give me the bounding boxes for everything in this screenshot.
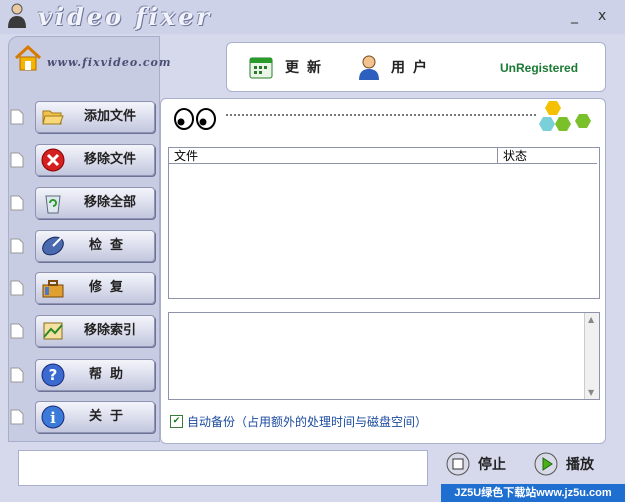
auto-backup-checkbox[interactable]: ✔ bbox=[170, 415, 183, 428]
recycle-bin-icon bbox=[45, 195, 61, 214]
registration-status: UnRegistered bbox=[500, 61, 579, 75]
user-icon bbox=[359, 55, 379, 80]
remove-index-label: 移除索引 bbox=[83, 323, 136, 338]
scroll-up-arrow-icon[interactable]: ▲ bbox=[588, 315, 594, 324]
svg-text:?: ? bbox=[49, 366, 58, 384]
dotted-separator bbox=[226, 114, 536, 116]
column-header-status[interactable]: 状态 bbox=[498, 148, 597, 164]
help-icon: ? bbox=[41, 363, 65, 387]
info-icon: i bbox=[41, 405, 65, 429]
eyes-icon bbox=[174, 108, 216, 130]
about-button[interactable]: i 关于 bbox=[35, 401, 155, 433]
remove-all-button[interactable]: 移除全部 bbox=[35, 187, 155, 219]
column-header-file[interactable]: 文件 bbox=[169, 148, 498, 164]
user-label: 用户 bbox=[391, 60, 435, 76]
repair-button[interactable]: 修复 bbox=[35, 272, 155, 304]
stop-label: 停止 bbox=[478, 457, 506, 473]
home-icon[interactable] bbox=[14, 44, 42, 72]
satellite-dish-icon bbox=[42, 236, 64, 256]
document-icon bbox=[10, 280, 24, 296]
auto-backup-option[interactable]: ✔ 自动备份（占用额外的处理时间与磁盘空间） bbox=[170, 413, 427, 430]
add-file-label: 添加文件 bbox=[83, 109, 136, 124]
toolbox-icon bbox=[42, 280, 64, 298]
play-button[interactable]: 播放 bbox=[534, 452, 594, 476]
close-button[interactable]: x bbox=[598, 8, 606, 24]
remove-file-button[interactable]: 移除文件 bbox=[35, 144, 155, 176]
hexagon-decoration-icon bbox=[539, 101, 591, 131]
document-icon bbox=[10, 367, 24, 383]
log-scrollbar[interactable]: ▲ ▼ bbox=[584, 313, 599, 399]
document-icon bbox=[10, 195, 24, 211]
watermark-text: JZ5U绿色下载站www.jz5u.com bbox=[441, 484, 625, 502]
check-label: 检查 bbox=[88, 238, 131, 253]
remove-index-button[interactable]: 移除索引 bbox=[35, 315, 155, 347]
update-label: 更新 bbox=[285, 60, 329, 76]
stop-button[interactable]: 停止 bbox=[446, 452, 506, 476]
file-list-table[interactable]: 文件 状态 bbox=[168, 147, 600, 299]
play-label: 播放 bbox=[566, 457, 594, 473]
check-button[interactable]: 检查 bbox=[35, 230, 155, 262]
log-textarea[interactable]: ▲ ▼ bbox=[168, 312, 600, 400]
about-label: 关于 bbox=[88, 409, 131, 424]
calendar-update-icon bbox=[249, 57, 273, 79]
title-bar[interactable]: video fixer _ x bbox=[0, 0, 625, 34]
user-button[interactable]: 用户 bbox=[357, 53, 435, 81]
progress-field bbox=[18, 450, 428, 486]
add-file-button[interactable]: 添加文件 bbox=[35, 101, 155, 133]
update-button[interactable]: 更新 bbox=[247, 53, 329, 81]
auto-backup-label: 自动备份（占用额外的处理时间与磁盘空间） bbox=[187, 415, 428, 429]
index-icon bbox=[43, 322, 63, 340]
svg-text:i: i bbox=[50, 409, 56, 427]
help-button[interactable]: ? 帮助 bbox=[35, 359, 155, 391]
red-x-icon bbox=[41, 148, 65, 172]
remove-all-label: 移除全部 bbox=[83, 195, 136, 210]
document-icon bbox=[10, 109, 24, 125]
document-icon bbox=[10, 152, 24, 168]
stop-icon bbox=[446, 452, 470, 476]
repair-label: 修复 bbox=[88, 280, 131, 295]
app-title: video fixer bbox=[38, 2, 213, 31]
scroll-down-arrow-icon[interactable]: ▼ bbox=[588, 388, 594, 397]
help-label: 帮助 bbox=[88, 367, 131, 382]
document-icon bbox=[10, 238, 24, 254]
website-url: www.fixvideo.com bbox=[47, 56, 172, 69]
document-icon bbox=[10, 323, 24, 339]
minimize-button[interactable]: _ bbox=[571, 8, 578, 24]
document-icon bbox=[10, 409, 24, 425]
remove-file-label: 移除文件 bbox=[83, 152, 136, 167]
app-person-icon bbox=[8, 3, 26, 28]
folder-open-icon bbox=[42, 110, 64, 125]
play-icon bbox=[534, 452, 558, 476]
app-window: video fixer _ x www.fixvideo.com 更新 用户 U… bbox=[0, 0, 625, 502]
